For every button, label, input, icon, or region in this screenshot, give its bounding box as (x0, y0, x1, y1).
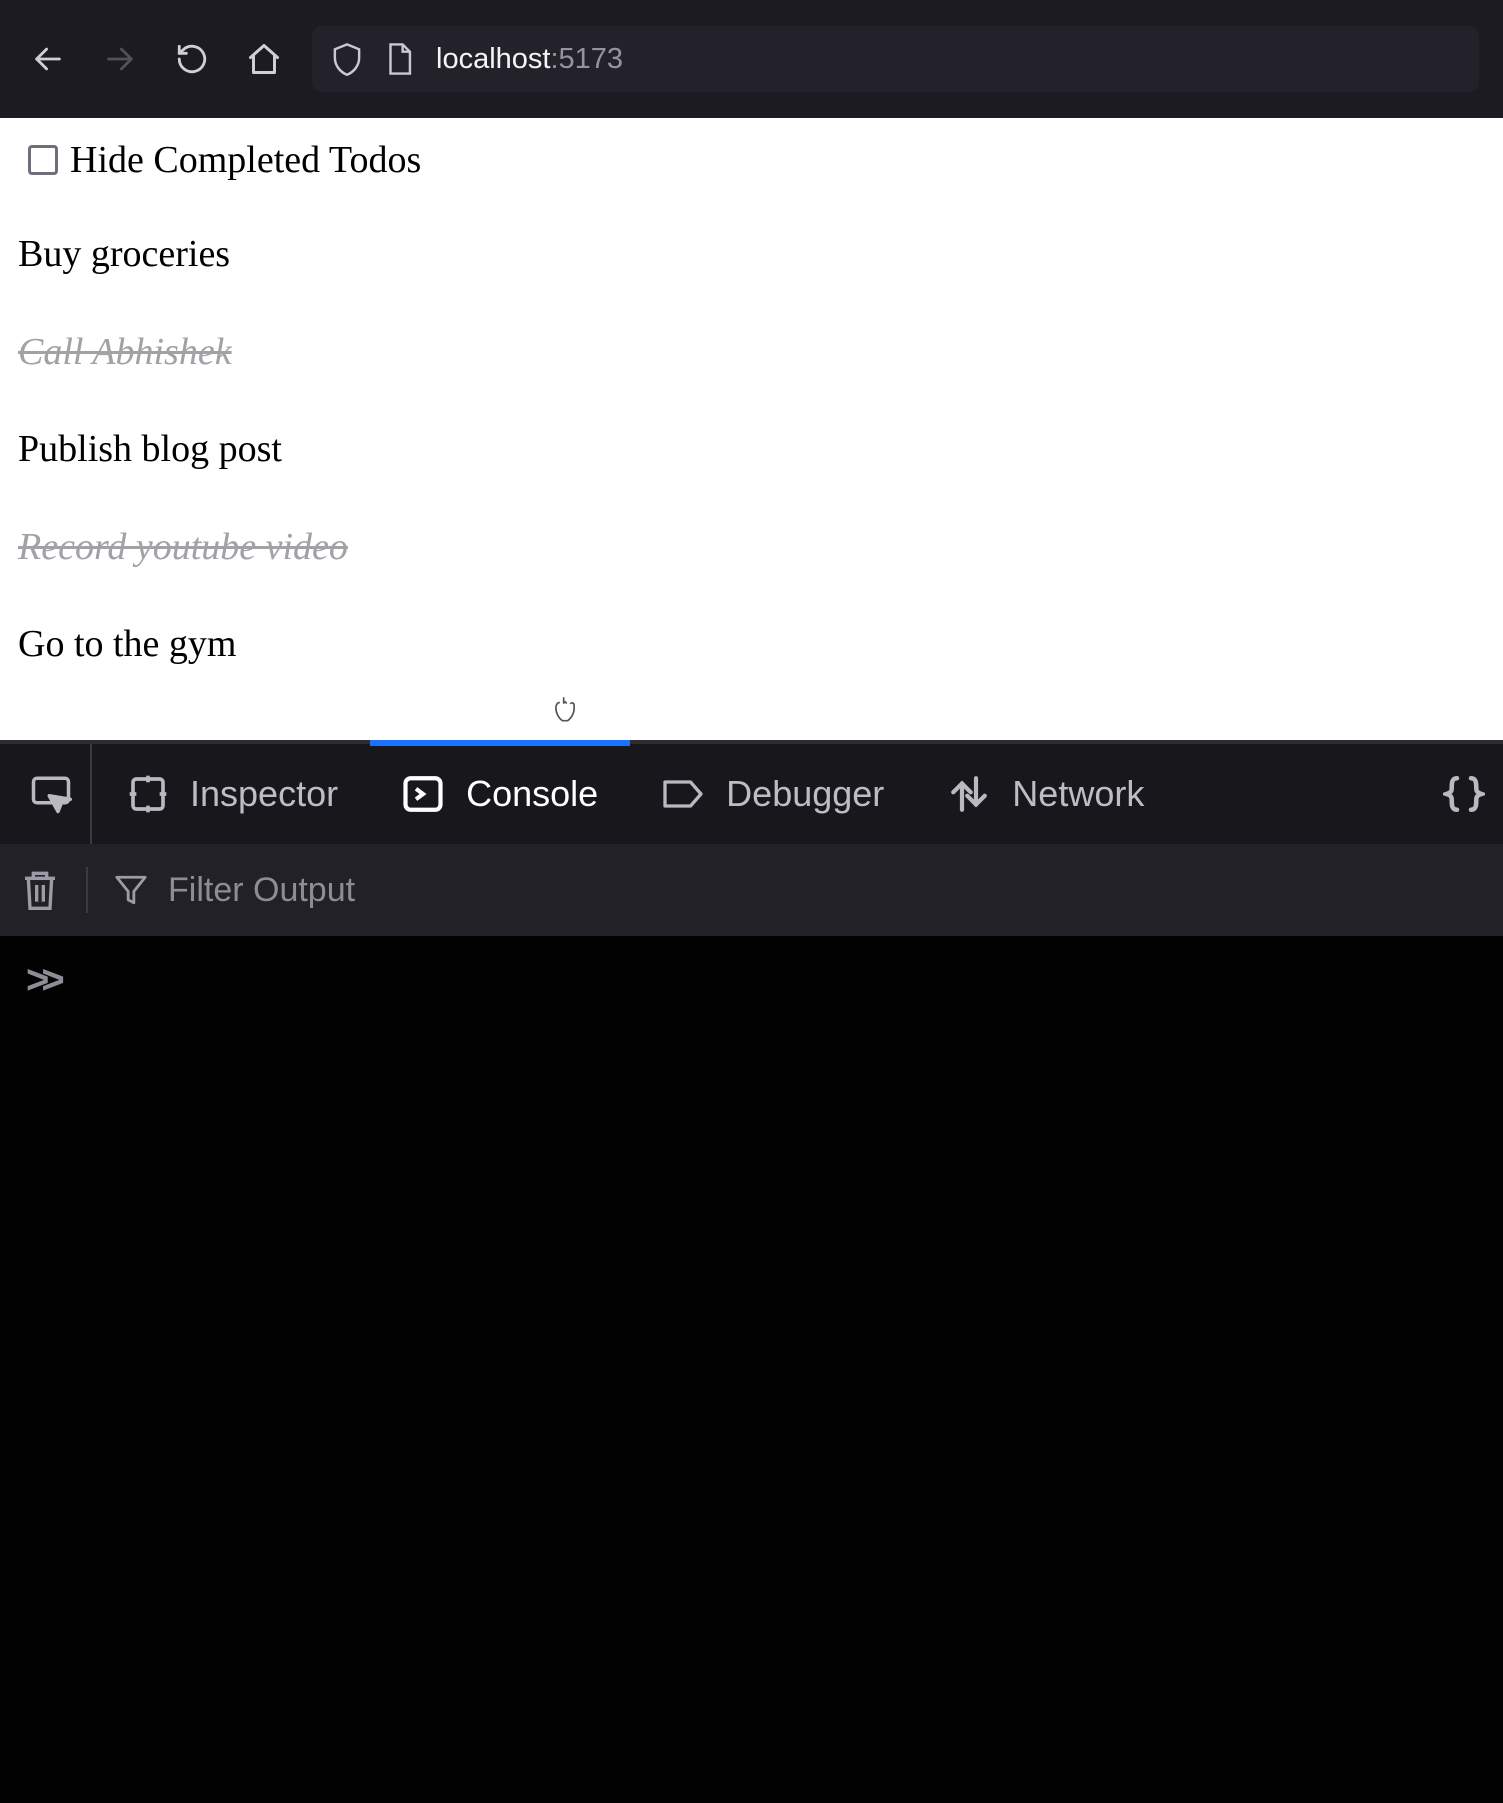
inspector-icon (128, 774, 168, 814)
tab-network-label: Network (1012, 773, 1144, 815)
arrow-left-icon (31, 42, 65, 76)
reload-icon (175, 42, 209, 76)
style-editor-button[interactable] (1425, 744, 1503, 844)
url-host: localhost (436, 43, 550, 75)
todo-item[interactable]: Go to the gym (18, 622, 1485, 668)
debugger-icon (662, 773, 704, 815)
element-picker-icon (30, 773, 72, 815)
back-button[interactable] (24, 35, 72, 83)
todo-item[interactable]: Call Abhishek (18, 330, 1485, 376)
todo-list: Buy groceries Call Abhishek Publish blog p… (18, 232, 1485, 668)
home-icon (246, 41, 282, 77)
tab-console-label: Console (466, 773, 598, 815)
page-content: Hide Completed Todos Buy groceries Call A… (0, 118, 1503, 740)
cursor-icon (554, 696, 576, 722)
network-icon (948, 773, 990, 815)
console-filter-input[interactable] (168, 871, 1483, 910)
console-prompt: >> (26, 958, 57, 1002)
devtools-tabstrip: Inspector Console Debugger Network (0, 740, 1503, 844)
tab-debugger-label: Debugger (726, 773, 884, 815)
home-button[interactable] (240, 35, 288, 83)
element-picker-button[interactable] (12, 744, 92, 844)
todo-item[interactable]: Buy groceries (18, 232, 1485, 278)
reload-button[interactable] (168, 35, 216, 83)
url-port: :5173 (550, 43, 623, 75)
console-output[interactable]: >> (0, 936, 1503, 1803)
url-bar[interactable]: localhost:5173 (312, 26, 1479, 92)
hide-completed-row[interactable]: Hide Completed Todos (28, 138, 1485, 182)
tab-debugger[interactable]: Debugger (630, 744, 916, 844)
todo-item[interactable]: Publish blog post (18, 427, 1485, 473)
tab-network[interactable]: Network (916, 744, 1176, 844)
todo-item[interactable]: Record youtube video (18, 525, 1485, 571)
tab-console[interactable]: Console (370, 744, 630, 844)
hide-completed-checkbox[interactable] (28, 145, 58, 175)
hide-completed-label: Hide Completed Todos (70, 138, 421, 182)
tab-inspector-label: Inspector (190, 773, 338, 815)
console-filter-bar (0, 844, 1503, 936)
page-icon (384, 42, 414, 76)
separator (86, 867, 88, 913)
forward-button[interactable] (96, 35, 144, 83)
braces-icon (1443, 773, 1485, 815)
url-text: localhost:5173 (436, 43, 623, 76)
tab-inspector[interactable]: Inspector (96, 744, 370, 844)
devtools: Inspector Console Debugger Network (0, 740, 1503, 1803)
filter-icon (114, 873, 148, 907)
console-icon (402, 773, 444, 815)
clear-console-button[interactable] (20, 868, 60, 912)
trash-icon (20, 868, 60, 912)
browser-toolbar: localhost:5173 (0, 0, 1503, 118)
shield-icon (332, 42, 362, 76)
arrow-right-icon (103, 42, 137, 76)
